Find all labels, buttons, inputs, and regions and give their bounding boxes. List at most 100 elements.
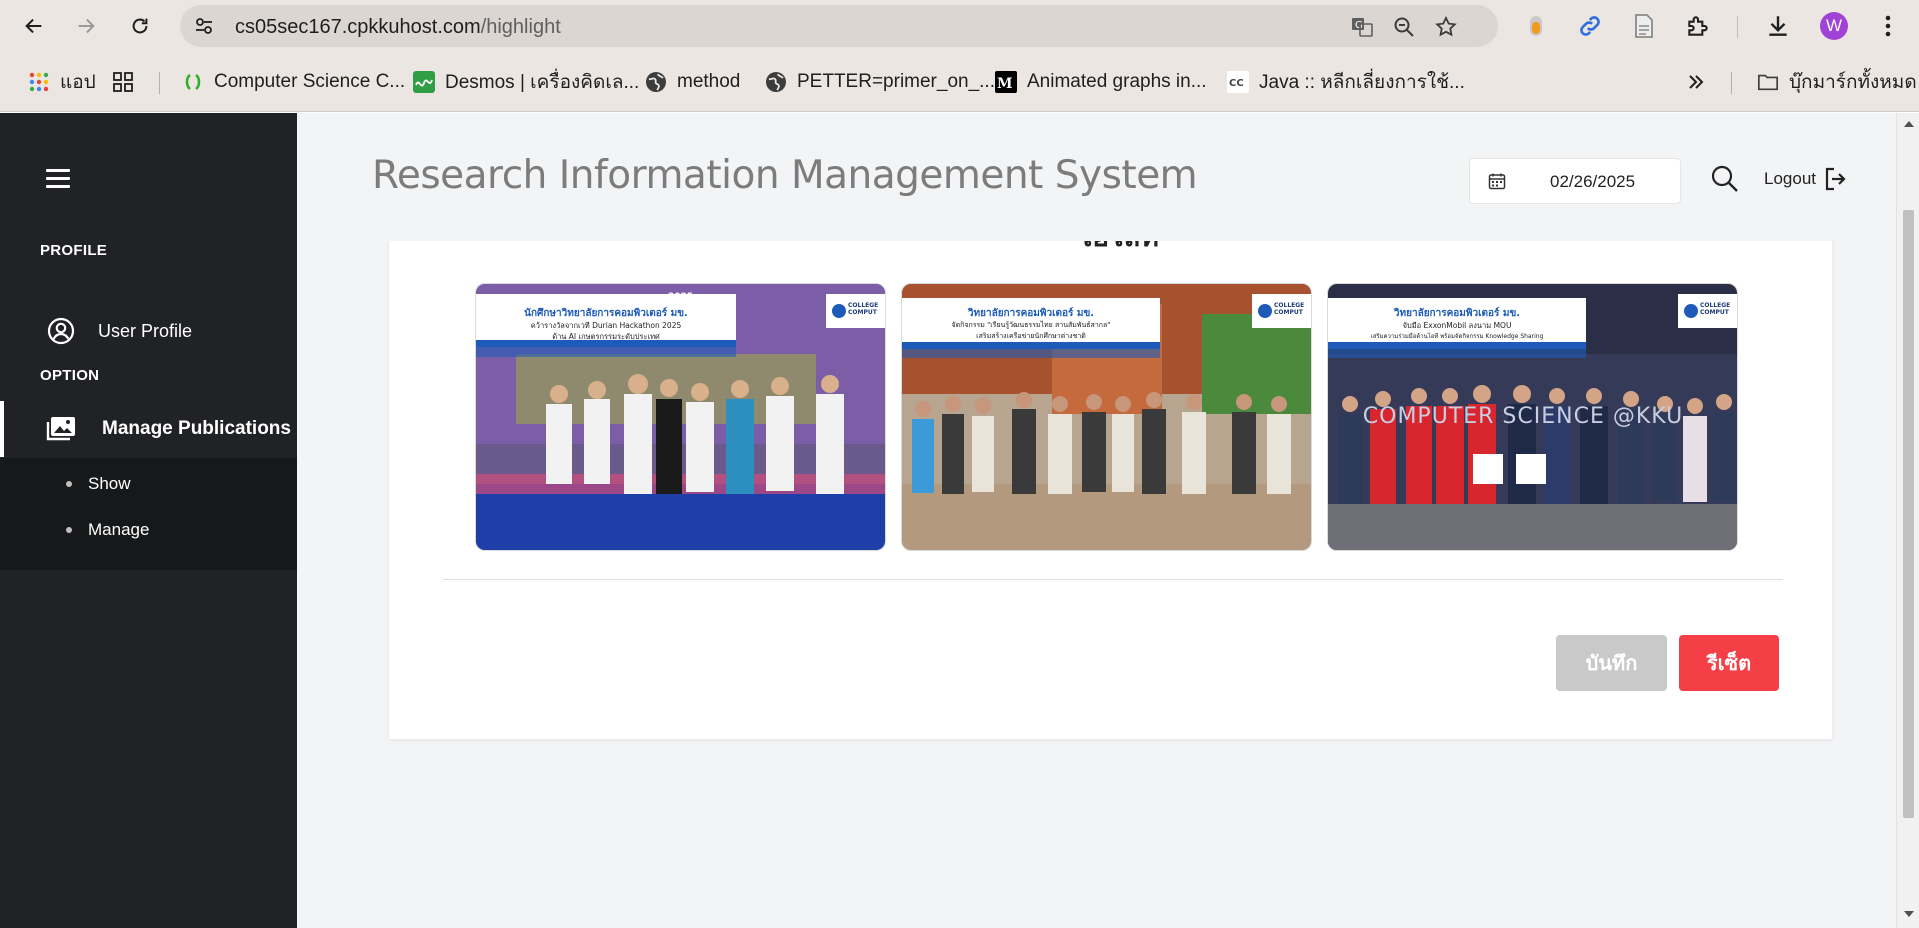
puzzle-icon [1688,16,1708,36]
bookmark-petter[interactable]: PETTER=primer_on_... [765,68,995,96]
college-logo-text: COLLEGE COMPUT [1274,302,1305,316]
back-button[interactable] [18,10,50,42]
photo-line2: จัดกิจกรรม "เรียนรู้วัฒนธรรมไทย สานสัมพั… [951,321,1111,329]
folder-icon [1757,71,1779,93]
main-content: ไฮไลท์ นักศึกษาวิทยาลัยการคอมพิวเต [297,113,1896,928]
date-value: 02/26/2025 [1550,172,1636,191]
flame-extension-icon [1530,16,1542,36]
bookmark-apps[interactable]: แอป [28,68,96,96]
link-extension-button[interactable] [1576,12,1604,40]
photo-headline: วิทยาลัยการคอมพิวเตอร์ มข. [967,308,1095,319]
sidebar-item-manage-publications[interactable]: Manage Publications [0,401,297,457]
app-header: Research Information Management System 0… [297,113,1896,241]
bookmark-label: Animated graphs in... [1027,71,1207,92]
highlight-image-3[interactable]: วิทยาลัยการคอมพิวเตอร์ มข. จับมือ ExxonM… [1327,283,1738,551]
photo-library-icon [46,414,76,444]
tab-grid-icon [112,71,134,93]
svg-text:G: G [1355,20,1363,31]
all-bookmarks-label: บุ๊กมาร์กทั้งหมด [1789,72,1917,93]
bookmark-label: Desmos | เครื่องคิดเล... [445,72,640,93]
bookmark-label: PETTER=primer_on_... [797,71,995,92]
globe-icon [645,71,667,93]
arrow-left-icon [25,18,42,34]
highlight-card: ไฮไลท์ นักศึกษาวิทยาลัยการคอมพิวเต [389,220,1832,739]
cs-logo-icon [182,71,204,93]
forward-button[interactable] [70,10,102,42]
download-icon [1769,16,1787,36]
bookmark-label: แอป [60,72,96,93]
page-scrollbar[interactable] [1896,113,1919,928]
svg-text:M: M [997,76,1013,92]
extension-icon[interactable] [1522,12,1550,40]
sidebar: PROFILE User Profile OPTION Manage Publi… [0,113,297,928]
submenu-item-show[interactable]: Show [0,464,297,504]
all-bookmarks-button[interactable]: บุ๊กมาร์กทั้งหมด [1757,68,1917,96]
downloads-button[interactable] [1764,12,1792,40]
scroll-down-arrow-icon[interactable] [1904,911,1914,917]
sidebar-item-label: User Profile [98,320,193,341]
svg-text:CC: CC [1229,78,1244,89]
link-icon [1580,16,1600,36]
translate-icon[interactable]: G [1350,15,1374,39]
zoom-out-icon[interactable] [1392,15,1416,39]
bookmark-animated-graphs[interactable]: M Animated graphs in... [995,68,1207,96]
document-icon [1635,14,1653,38]
chevron-double-right-icon [1685,71,1707,93]
tab-groups-button[interactable] [112,68,134,96]
hamburger-menu-icon[interactable] [46,169,70,189]
photo-line3: เสริมสร้างเครือข่ายนักศึกษาต่างชาติ [976,332,1086,340]
highlight-image-1[interactable]: นักศึกษาวิทยาลัยการคอมพิวเตอร์ มข. คว้าร… [475,283,886,551]
college-logo-text: COLLEGE COMPUT [848,302,879,316]
bullet-icon [66,527,72,533]
bookmark-star-icon[interactable] [1434,15,1458,39]
medium-icon: M [995,71,1017,93]
sidebar-item-label: Manage Publications [102,418,291,439]
bookmark-desmos[interactable]: Desmos | เครื่องคิดเล... [413,68,639,96]
logout-button[interactable]: Logout [1764,167,1846,191]
photo-line3: เสริมความร่วมมือด้านไอที พร้อมจัดกิจกรรม… [1370,333,1544,340]
bookmarks-separator [1731,72,1732,94]
photo-headline: วิทยาลัยการคอมพิวเตอร์ มข. [1393,308,1521,319]
bookmark-method[interactable]: method [645,68,740,96]
reload-icon [132,18,148,34]
search-icon[interactable] [1709,163,1741,195]
scroll-up-arrow-icon[interactable] [1904,121,1914,127]
arrow-right-icon [78,18,95,34]
reload-button[interactable] [124,10,156,42]
date-picker[interactable]: 02/26/2025 [1469,158,1681,204]
highlight-image-2[interactable]: วิทยาลัยการคอมพิวเตอร์ มข. จัดกิจกรรม "เ… [901,283,1312,551]
document-extension-button[interactable] [1630,12,1658,40]
reset-button[interactable]: รีเซ็ต [1679,635,1779,691]
user-circle-icon [46,316,76,346]
address-bar[interactable]: cs05sec167.cpkkuhost.com/highlight G [180,5,1498,47]
calendar-icon [1488,173,1506,190]
submenu-item-manage[interactable]: Manage [0,510,297,550]
card-divider [443,579,1783,580]
sidebar-item-user-profile[interactable]: User Profile [0,303,297,359]
bullet-icon [66,481,72,487]
logout-label: Logout [1764,169,1816,188]
bookmark-computer-science[interactable]: Computer Science C... [182,68,405,96]
bookmarks-bar: แอป Computer Science C... Desmos | เครื่… [0,52,1919,112]
bookmark-label: method [677,71,741,92]
save-button[interactable]: บันทึก [1556,635,1667,691]
publications-submenu: Show Manage [0,458,297,570]
photo-year: 2025 [668,292,694,302]
url-host: cs05sec167.cpkkuhost.com [235,16,481,38]
bookmark-label: Java :: หลีกเลี่ยงการใช้... [1259,72,1465,93]
extensions-button[interactable] [1684,12,1712,40]
photo-headline: นักศึกษาวิทยาลัยการคอมพิวเตอร์ มข. [524,308,688,319]
profile-avatar[interactable]: W [1820,12,1848,40]
option-heading: OPTION [40,367,100,384]
site-settings-icon[interactable] [194,16,214,36]
globe-icon [765,71,787,93]
photo-wall-text: COMPUTER SCIENCE @KKU [1362,404,1684,429]
scroll-thumb[interactable] [1903,210,1914,818]
browser-toolbar: cs05sec167.cpkkuhost.com/highlight G W [0,0,1919,52]
more-bookmarks-button[interactable] [1685,68,1707,96]
bookmark-java[interactable]: CC Java :: หลีกเลี่ยงการใช้... [1227,68,1465,96]
url-path: /highlight [480,16,561,38]
bookmark-label: Computer Science C... [214,71,406,92]
url-text[interactable]: cs05sec167.cpkkuhost.com/highlight [235,16,561,39]
browser-menu-button[interactable] [1874,12,1902,40]
